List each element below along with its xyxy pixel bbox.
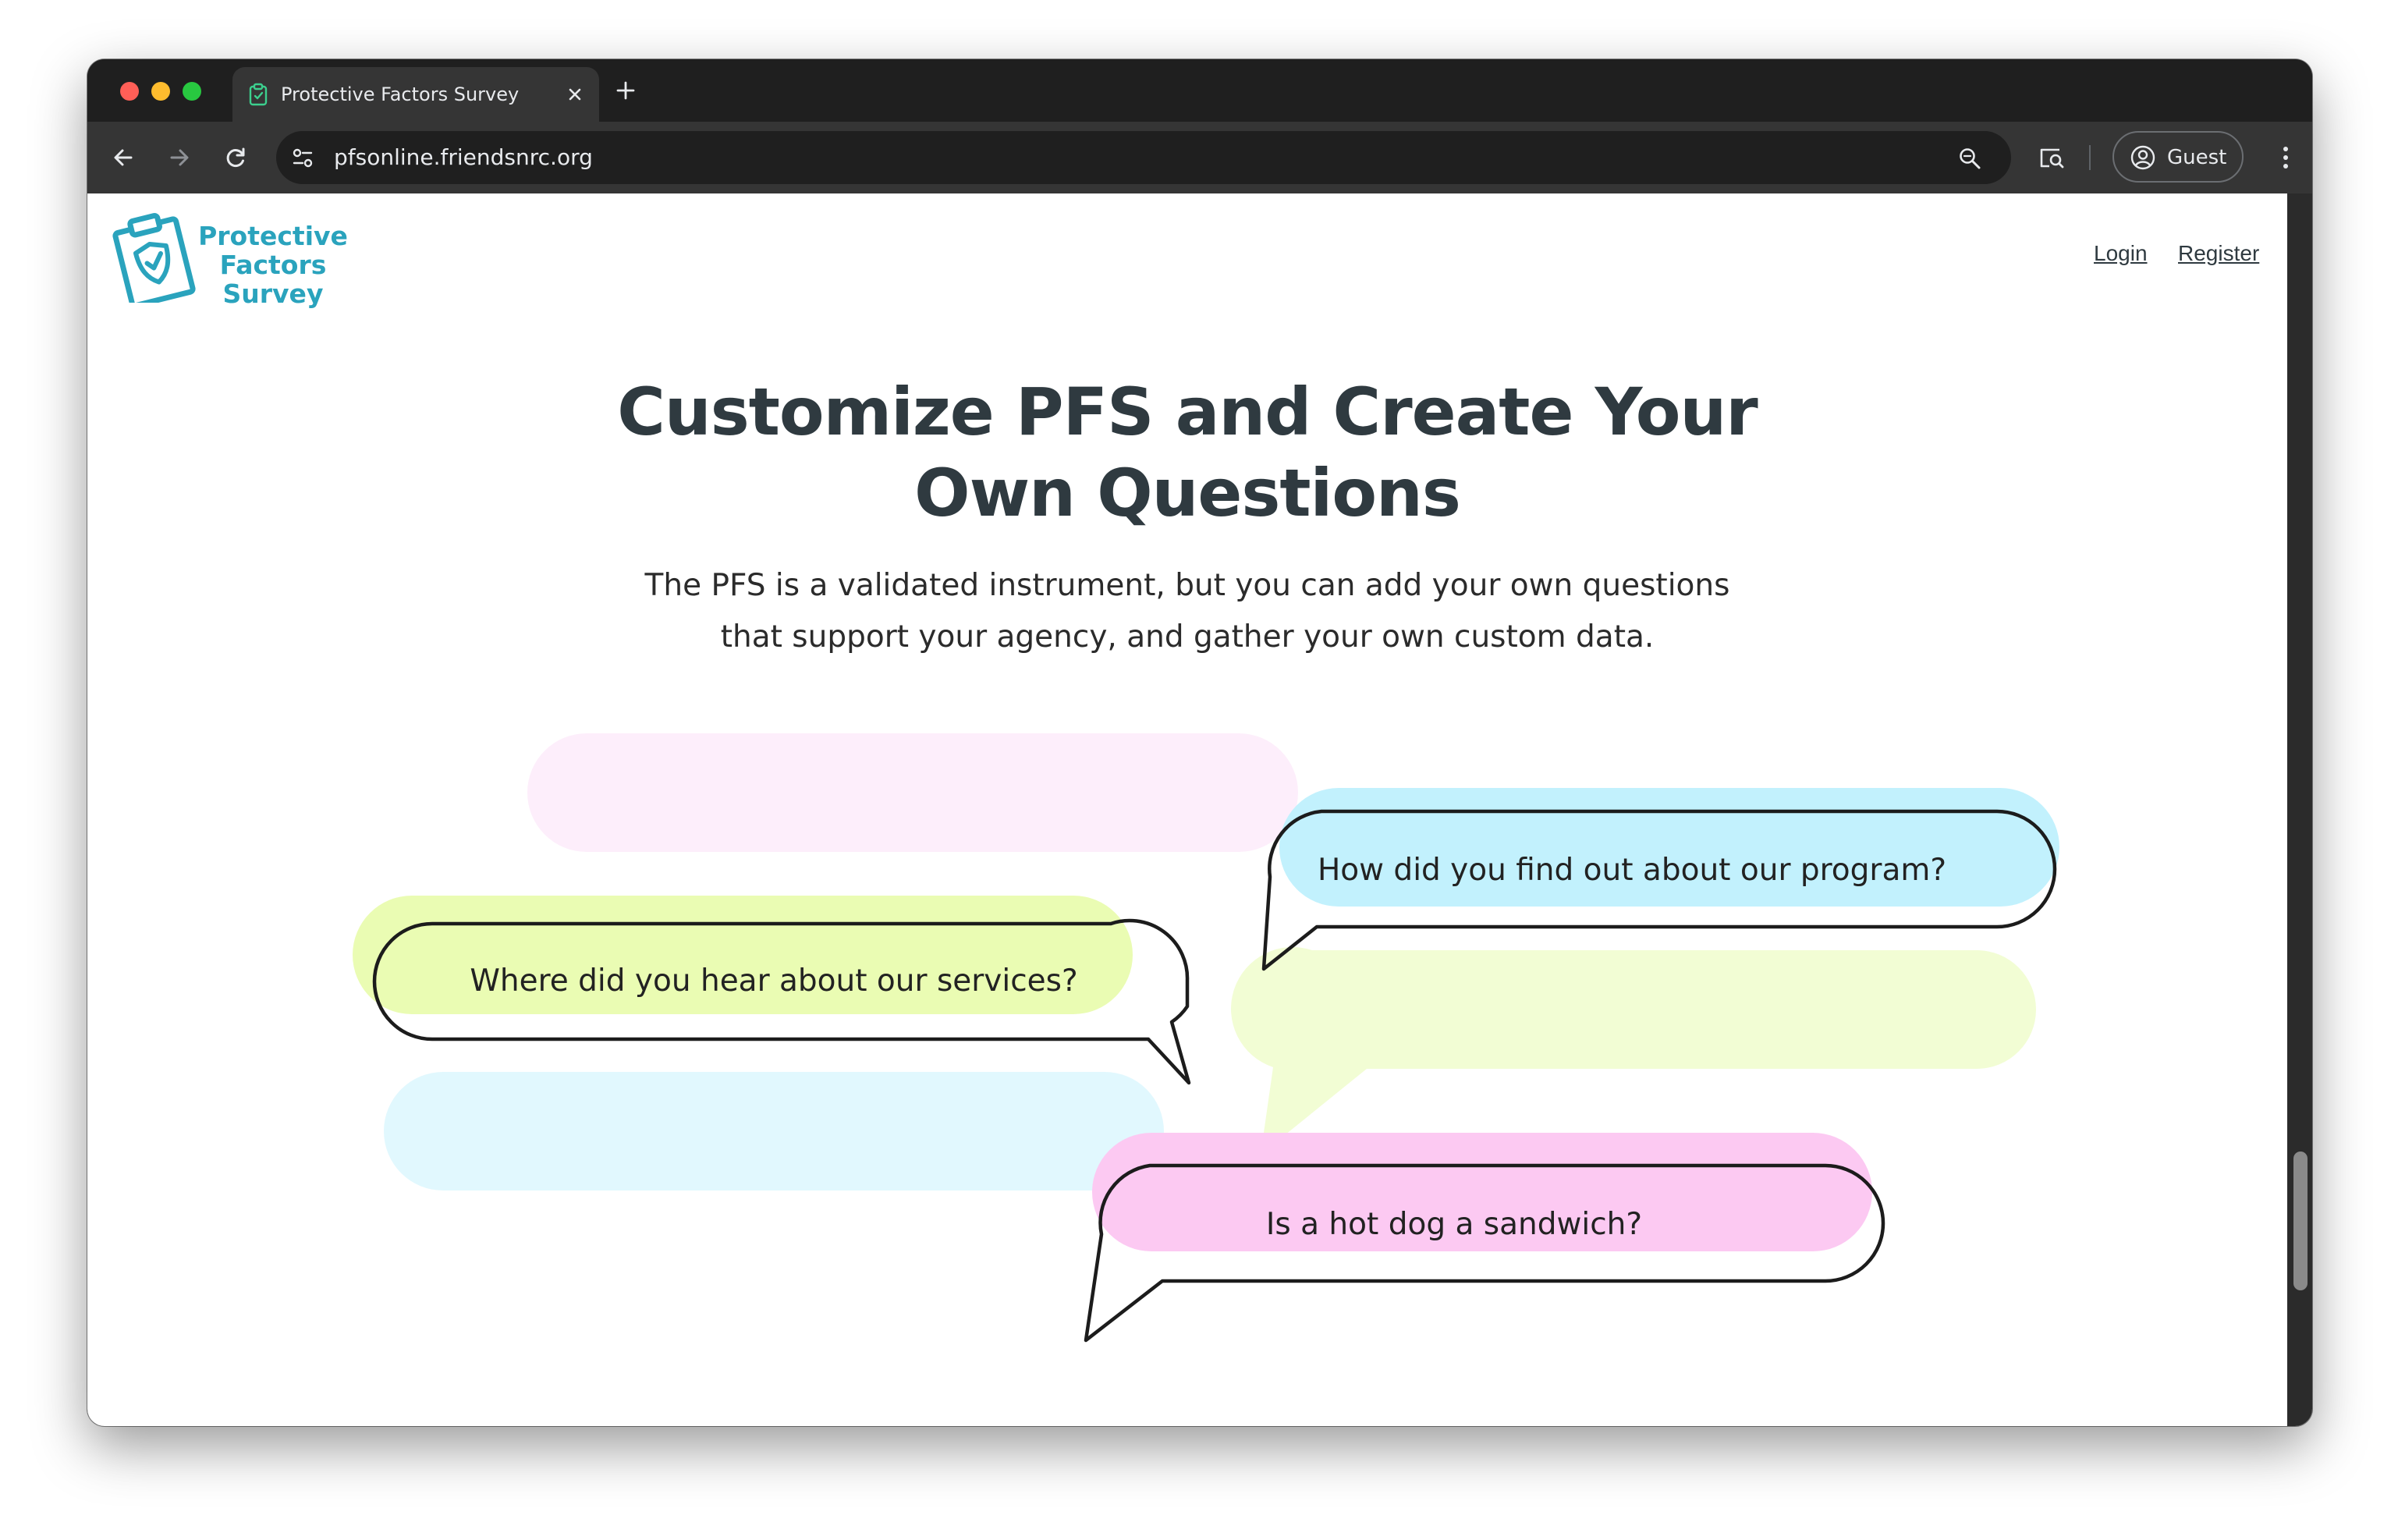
browser-window: Protective Factors Survey pfsonline.frie… — [87, 59, 2312, 1426]
close-window-button[interactable] — [120, 82, 139, 101]
page-scrollbar[interactable] — [2287, 193, 2312, 1426]
tab-strip: Protective Factors Survey — [87, 59, 2312, 122]
decorative-pill-cyan-light — [384, 1072, 1164, 1190]
decorative-pill-pink — [527, 733, 1298, 852]
close-tab-icon[interactable] — [560, 80, 590, 109]
zoom-magnifier-icon[interactable] — [1956, 145, 1983, 172]
url-text: pfsonline.friendsnrc.org — [334, 144, 593, 170]
decorative-bubble-lime-light — [1231, 946, 2036, 1155]
search-tab-icon[interactable] — [2036, 142, 2067, 173]
web-page: Protective Factors Survey Login Register… — [87, 193, 2312, 1426]
browser-toolbar: pfsonline.friendsnrc.org Guest — [87, 122, 2312, 193]
profile-button[interactable]: Guest — [2112, 131, 2244, 183]
forward-arrow-icon[interactable] — [161, 139, 198, 176]
new-tab-icon[interactable] — [612, 76, 640, 105]
bubble-question-hotdog: Is a hot dog a sandwich? — [1266, 1207, 1642, 1242]
more-menu-icon[interactable] — [2270, 142, 2301, 173]
clipboard-favicon-icon — [249, 83, 268, 106]
tab-title: Protective Factors Survey — [281, 83, 520, 105]
toolbar-divider — [2089, 145, 2091, 170]
maximize-window-button[interactable] — [183, 82, 201, 101]
browser-tab[interactable]: Protective Factors Survey — [232, 67, 599, 122]
site-settings-icon[interactable] — [287, 142, 318, 173]
scrollbar-thumb[interactable] — [2293, 1151, 2308, 1290]
address-bar[interactable]: pfsonline.friendsnrc.org — [276, 131, 2011, 184]
bubble-question-services: Where did you hear about our services? — [470, 963, 1077, 999]
speech-bubbles-illustration: How did you find out about our program? … — [353, 733, 2059, 1343]
decorative-pill-cyan — [1279, 788, 2059, 907]
reload-icon[interactable] — [217, 139, 254, 176]
account-circle-icon — [2130, 145, 2155, 170]
profile-label: Guest — [2167, 146, 2227, 169]
minimize-window-button[interactable] — [151, 82, 170, 101]
bubble-question-program: How did you find out about our program? — [1318, 853, 1946, 888]
back-arrow-icon[interactable] — [105, 139, 142, 176]
